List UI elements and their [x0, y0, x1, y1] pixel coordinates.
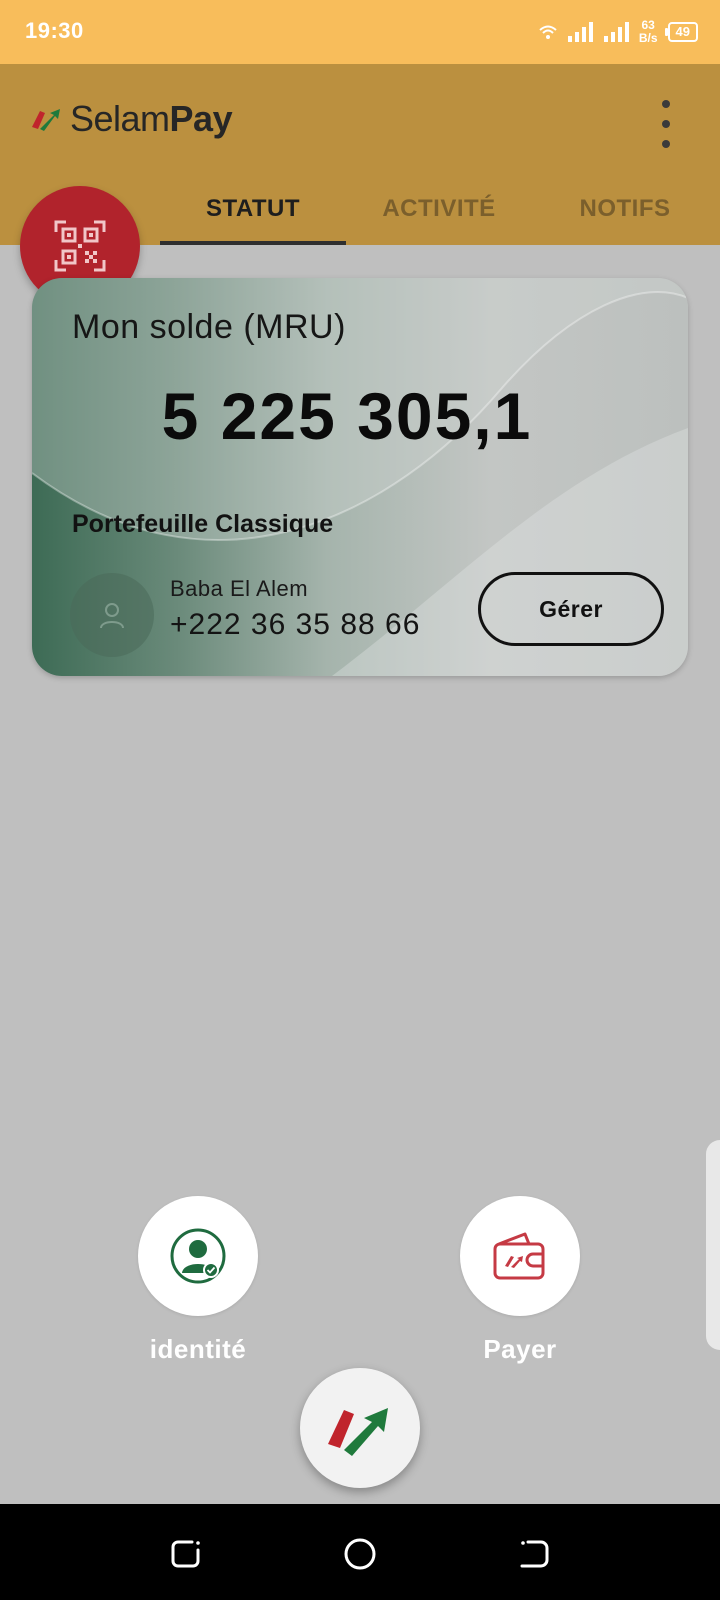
selampay-logo-icon — [328, 1408, 388, 1456]
tab-indicator — [160, 241, 346, 245]
identity-button[interactable] — [138, 1196, 258, 1316]
manage-button[interactable]: Gérer — [478, 572, 664, 646]
recent-apps-icon[interactable] — [166, 1534, 206, 1574]
pay-action[interactable]: Payer — [430, 1196, 610, 1365]
tab-statut[interactable]: STATUT — [160, 184, 346, 242]
menu-dot — [662, 140, 670, 148]
avatar — [70, 573, 154, 657]
identity-label: identité — [149, 1334, 247, 1364]
network-speed-unit: B/s — [638, 31, 658, 45]
tab-notifs[interactable]: NOTIFS — [532, 184, 718, 242]
wifi-icon — [539, 25, 557, 39]
status-icons: 63 B/s 49 — [539, 14, 698, 50]
menu-dot — [662, 100, 670, 108]
pay-label: Payer — [483, 1334, 557, 1364]
home-fab-button[interactable] — [300, 1368, 420, 1488]
signal-icon — [567, 22, 593, 42]
tab-activite[interactable]: ACTIVITÉ — [346, 184, 532, 242]
overflow-menu-button[interactable] — [654, 100, 678, 148]
balance-amount: 5 225 305,1 — [161, 379, 533, 453]
battery-level: 49 — [675, 24, 690, 39]
status-time: 19:30 — [25, 18, 84, 43]
identity-action[interactable]: identité — [108, 1196, 288, 1365]
app-name-light: Selam — [70, 98, 170, 139]
pay-button[interactable] — [460, 1196, 580, 1316]
system-nav-bar — [0, 1504, 720, 1600]
app-name: SelamPay — [70, 98, 233, 140]
balance-card: Mon solde (MRU) 5 225 305,1 Portefeuille… — [32, 278, 688, 676]
battery-icon: 49 — [664, 22, 698, 42]
side-panel-handle[interactable] — [706, 1140, 720, 1350]
wallet-pay-icon — [493, 1232, 545, 1280]
identity-icon — [170, 1228, 226, 1284]
app-logo: SelamPay — [30, 98, 233, 140]
menu-dot — [662, 120, 670, 128]
qr-code-icon — [54, 220, 106, 272]
selampay-logo-icon — [32, 109, 60, 131]
status-bar: 19:30 63 B/s 49 — [0, 0, 720, 64]
home-nav-icon[interactable] — [340, 1534, 380, 1574]
wallet-type: Portefeuille Classique — [72, 510, 334, 538]
back-nav-icon[interactable] — [514, 1534, 554, 1574]
network-speed: 63 B/s — [639, 19, 658, 45]
signal-icon-2 — [603, 22, 629, 42]
user-icon — [100, 603, 124, 629]
owner-name: Baba El Alem — [170, 576, 309, 601]
tab-bar: STATUT ACTIVITÉ NOTIFS — [160, 184, 720, 245]
balance-title: Mon solde (MRU) — [72, 308, 346, 346]
app-name-bold: Pay — [169, 98, 233, 139]
owner-phone: +222 36 35 88 66 — [170, 608, 421, 641]
